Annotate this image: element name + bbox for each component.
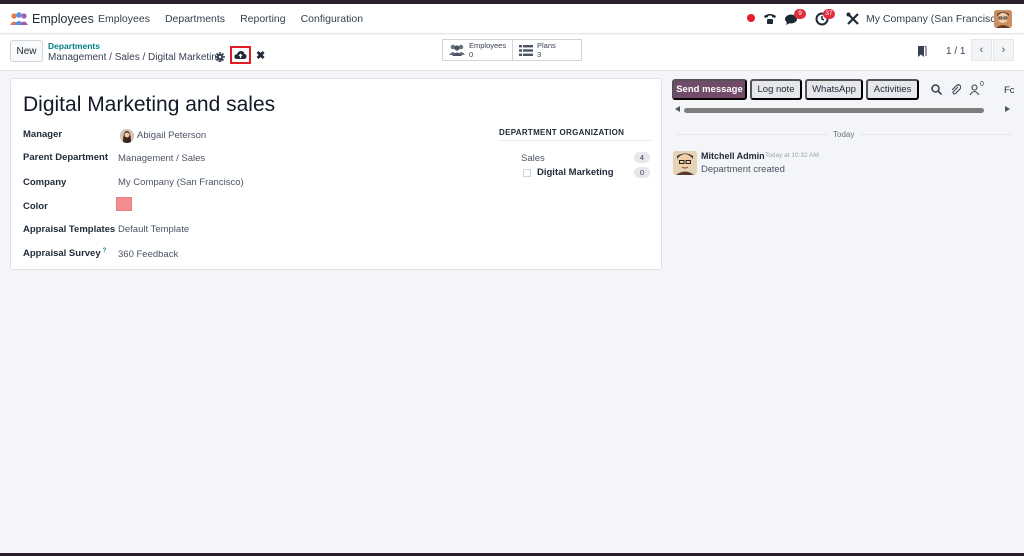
manager-avatar: [120, 129, 134, 143]
chevron-left-icon: ‹: [979, 44, 984, 56]
save-button[interactable]: [230, 46, 251, 64]
menu-departments[interactable]: Departments: [165, 13, 225, 25]
manager-avatar-image: [120, 129, 134, 143]
scrollbar-thumb[interactable]: [684, 108, 984, 113]
pager-previous-button[interactable]: ‹: [971, 39, 992, 61]
plans-smart-text: Plans 3: [537, 41, 556, 59]
app-name[interactable]: Employees: [32, 12, 94, 26]
bookmarks-icon[interactable]: [917, 46, 927, 57]
followers-button-truncated[interactable]: Fc: [1004, 85, 1015, 96]
chevron-right-icon: ›: [1001, 44, 1006, 56]
parent-department-label: Parent Department: [23, 152, 108, 163]
follower-count: 0: [980, 81, 984, 88]
employees-smart-text: Employees 0: [469, 41, 506, 59]
message-author-avatar-image: [673, 151, 697, 175]
appraisal-templates-label: Appraisal Templates: [23, 224, 116, 235]
breadcrumb-departments[interactable]: Departments: [48, 41, 100, 51]
send-message-button[interactable]: Send message: [672, 79, 747, 100]
color-label: Color: [23, 201, 48, 212]
company-switcher[interactable]: My Company (San Francisco): [866, 13, 1005, 25]
org-tree-branch: [523, 169, 531, 177]
user-avatar[interactable]: [994, 10, 1012, 28]
manager-field[interactable]: Abigail Peterson: [137, 130, 206, 141]
company-label: Company: [23, 177, 67, 188]
department-name-field[interactable]: Digital Marketing and sales: [23, 93, 275, 117]
message-author-avatar[interactable]: [673, 151, 697, 175]
messages-badge: 9: [794, 9, 806, 19]
plans-smart-button[interactable]: Plans 3: [512, 39, 582, 61]
log-note-button[interactable]: Log note: [750, 79, 802, 100]
breadcrumb-current-record: Management / Sales / Digital Marketing: [48, 52, 223, 63]
message-timestamp: Today at 10:32 AM: [765, 152, 819, 159]
search-icon[interactable]: [931, 84, 942, 95]
appraisal-templates-field[interactable]: Default Template: [118, 224, 189, 235]
parent-department-field[interactable]: Management / Sales: [118, 153, 205, 164]
employees-smart-value: 0: [469, 50, 474, 59]
whatsapp-button[interactable]: WhatsApp: [805, 79, 863, 100]
appraisal-survey-field[interactable]: 360 Feedback: [118, 249, 178, 260]
pager-next-button[interactable]: ›: [993, 39, 1014, 61]
scroll-right-arrow-icon[interactable]: [1005, 106, 1010, 112]
cloud-upload-icon: [234, 51, 247, 59]
org-count-digital-marketing: 0: [634, 167, 650, 178]
org-item-sales[interactable]: Sales: [521, 153, 545, 164]
department-organization-heading: DEPARTMENT ORGANIZATION: [499, 128, 625, 137]
scroll-left-arrow-icon[interactable]: [675, 106, 680, 112]
help-tooltip-icon[interactable]: ?: [103, 248, 107, 254]
menu-reporting[interactable]: Reporting: [240, 13, 286, 25]
paperclip-icon[interactable]: [950, 84, 961, 95]
org-item-digital-marketing[interactable]: Digital Marketing: [537, 167, 614, 178]
message-body: Department created: [701, 164, 785, 175]
tools-icon[interactable]: [846, 12, 860, 26]
gear-icon[interactable]: [215, 52, 225, 62]
plans-smart-value: 3: [537, 50, 542, 59]
menu-configuration[interactable]: Configuration: [301, 13, 363, 25]
main-navbar: Employees Employees Departments Reportin…: [0, 4, 1024, 34]
new-button[interactable]: New: [10, 40, 43, 62]
color-swatch[interactable]: [116, 197, 132, 211]
activities-button[interactable]: Activities: [866, 79, 919, 100]
users-icon: [449, 44, 465, 56]
appraisal-survey-label-text: Appraisal Survey: [23, 248, 101, 260]
form-sheet: Digital Marketing and sales Manager Abig…: [10, 78, 662, 270]
phone-icon[interactable]: [763, 12, 777, 26]
org-count-sales: 4: [634, 152, 650, 163]
top-menu: Employees Departments Reporting Configur…: [98, 13, 363, 25]
control-panel: New Departments Management / Sales / Dig…: [0, 35, 1024, 71]
appraisal-survey-label: Appraisal Survey?: [23, 248, 106, 259]
company-field[interactable]: My Company (San Francisco): [118, 177, 244, 188]
discard-close-icon[interactable]: ✖: [256, 49, 265, 62]
employees-smart-button[interactable]: Employees 0: [442, 39, 513, 61]
manager-label: Manager: [23, 129, 63, 140]
employees-smart-label: Employees: [469, 41, 507, 50]
message-author[interactable]: Mitchell Admin: [701, 151, 765, 161]
employees-app-icon[interactable]: [10, 12, 28, 26]
plans-smart-label: Plans: [537, 41, 556, 50]
activities-badge: 37: [823, 9, 835, 19]
date-separator-label: Today: [827, 130, 861, 139]
pager-value[interactable]: 1 / 1: [946, 46, 965, 57]
org-divider: [499, 140, 651, 141]
follower-icon[interactable]: [969, 84, 980, 95]
menu-employees[interactable]: Employees: [98, 13, 150, 25]
recording-indicator-icon[interactable]: [747, 14, 755, 22]
user-avatar-image: [994, 10, 1012, 28]
list-icon: [519, 44, 533, 56]
